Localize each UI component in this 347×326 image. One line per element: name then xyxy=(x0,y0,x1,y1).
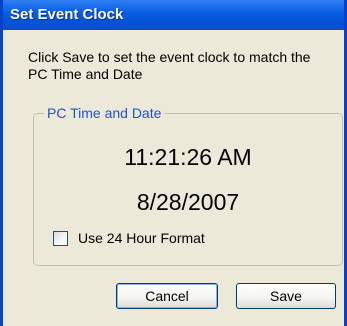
dialog-window: Set Event Clock Click Save to set the ev… xyxy=(0,0,347,326)
time-display: 11:21:26 AM xyxy=(124,144,252,170)
use-24-hour-label[interactable]: Use 24 Hour Format xyxy=(78,230,205,247)
date-display: 8/28/2007 xyxy=(136,189,240,215)
instruction-text: Click Save to set the event clock to mat… xyxy=(28,49,311,82)
pc-time-date-group: PC Time and Date 11:21:26 AM 8/28/2007 U… xyxy=(33,105,343,266)
group-label: PC Time and Date xyxy=(44,105,165,122)
save-button[interactable]: Save xyxy=(236,283,336,309)
use-24-hour-checkbox[interactable] xyxy=(53,231,68,246)
title-bar[interactable]: Set Event Clock xyxy=(3,0,344,30)
cancel-button[interactable]: Cancel xyxy=(116,283,218,309)
